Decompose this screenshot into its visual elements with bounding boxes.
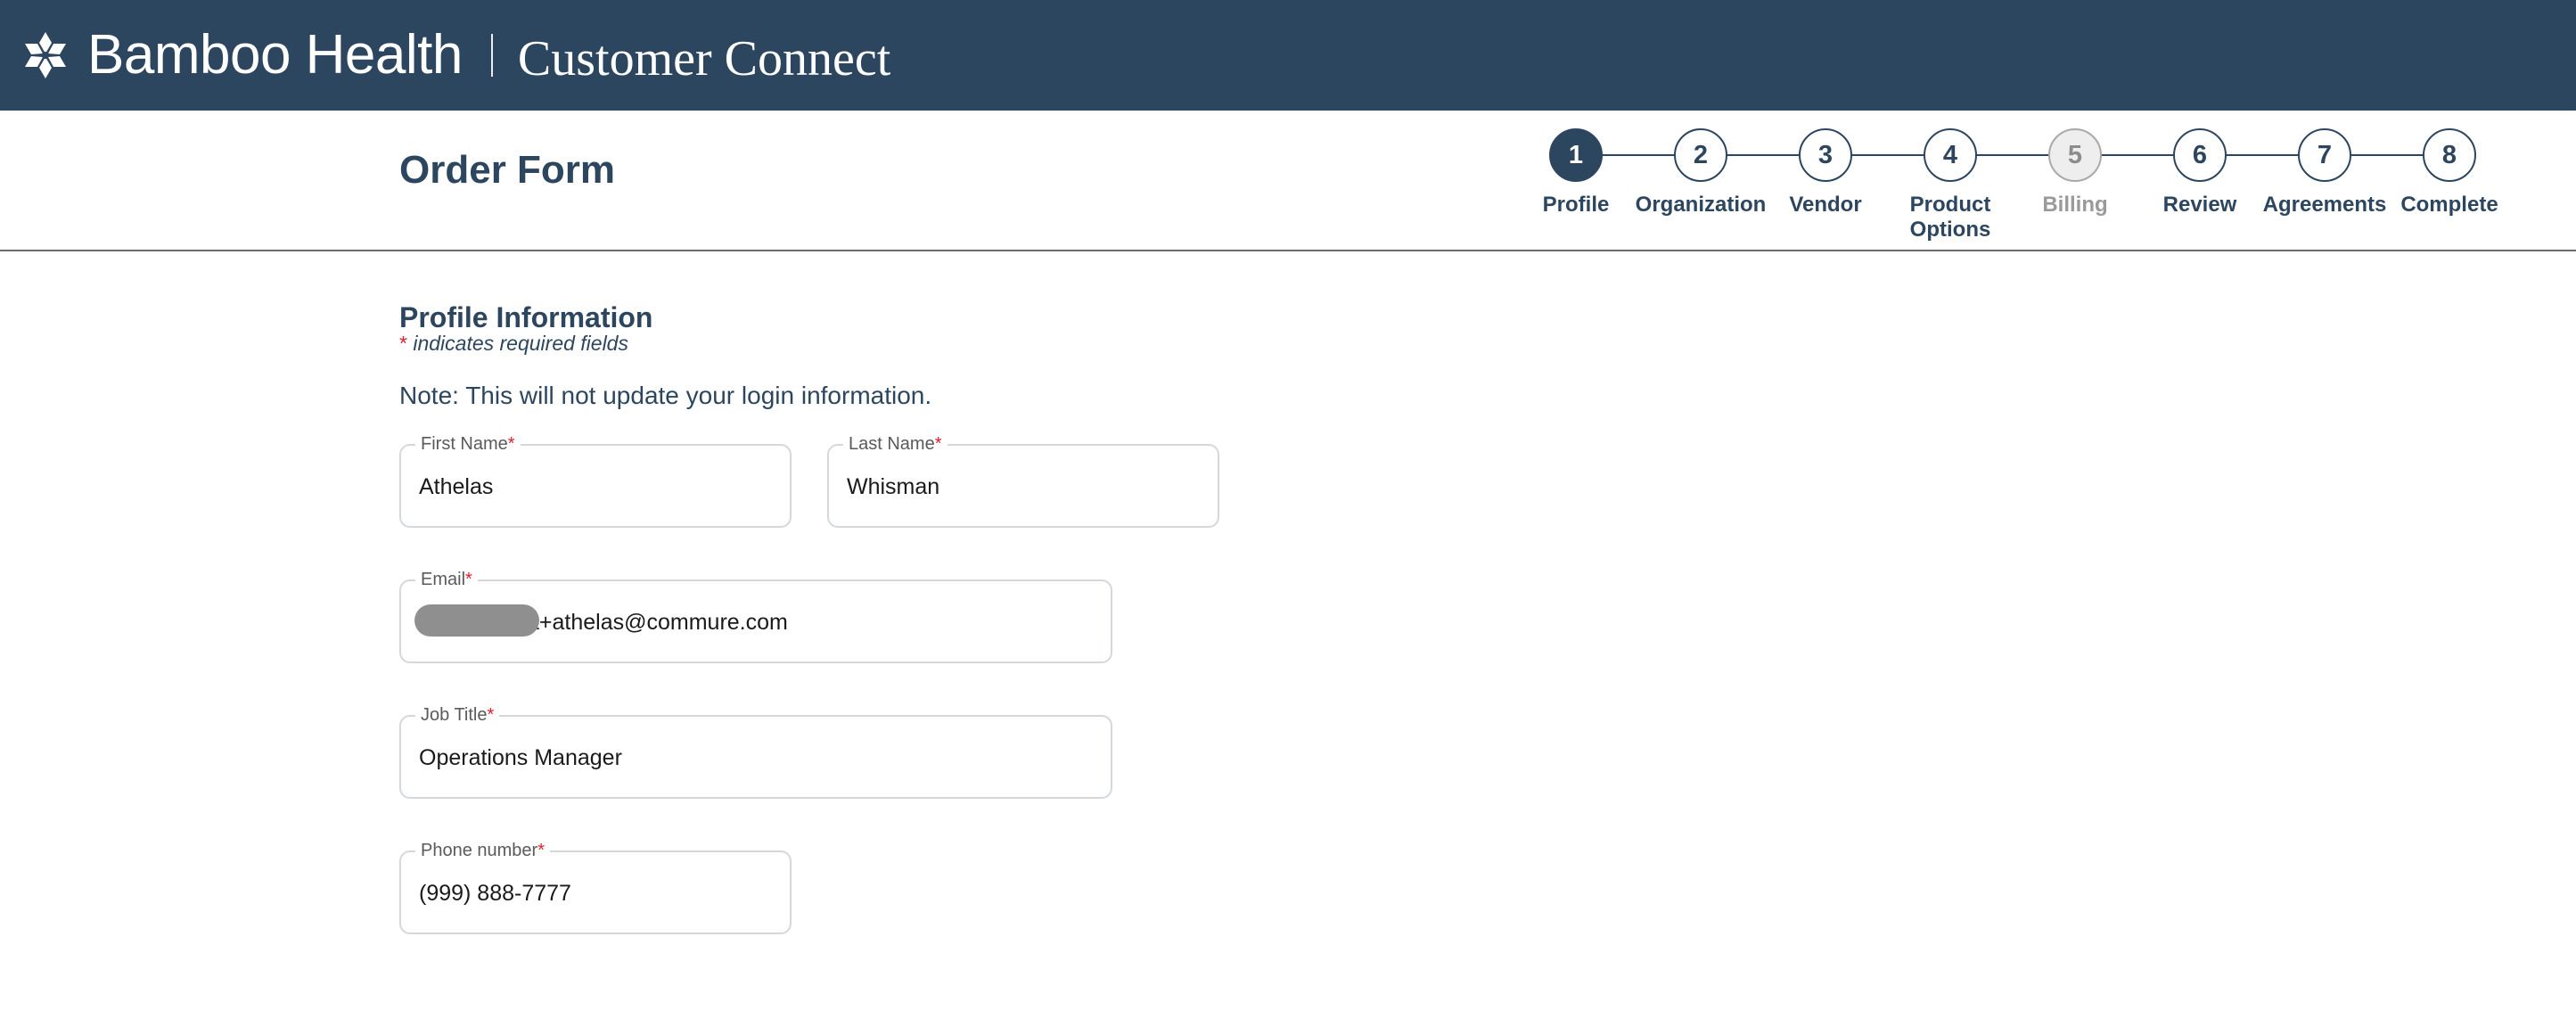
first-name-field[interactable]: First Name* [399,433,792,528]
step-number-badge: 7 [2298,128,2351,182]
email-input[interactable] [527,608,1093,637]
step-number-badge: 5 [2048,128,2102,182]
step-number-badge: 4 [1924,128,1977,182]
step-label: Complete [2400,193,2498,217]
first-name-input[interactable] [419,472,772,501]
step-number-badge: 2 [1674,128,1727,182]
phone-label: Phone number* [415,840,550,861]
job-title-input[interactable] [419,744,1093,772]
step-number-badge: 8 [2423,128,2476,182]
last-name-field[interactable]: Last Name* [827,433,1219,528]
required-fields-note: * indicates required fields [399,332,628,356]
last-name-label: Last Name* [843,433,948,455]
header-divider [0,250,2576,251]
redaction-overlay [414,604,539,637]
last-name-input[interactable] [847,472,1200,501]
step-number-badge: 1 [1549,128,1603,182]
order-stepper: 1 Profile 2 Organization 3 Vendor 4 Prod… [0,0,2576,250]
first-name-label: First Name* [415,433,521,455]
step-number-badge: 6 [2173,128,2227,182]
step-number-badge: 3 [1799,128,1852,182]
phone-input[interactable] [419,879,772,908]
required-asterisk: * [399,332,407,355]
email-label: Email* [415,569,478,590]
email-field[interactable]: Email* [399,569,1112,663]
section-title: Profile Information [399,301,653,333]
job-title-field[interactable]: Job Title* [399,704,1112,799]
required-note-text: indicates required fields [413,332,628,355]
job-title-label: Job Title* [415,704,500,726]
phone-field[interactable]: Phone number* [399,840,792,934]
login-info-note: Note: This will not update your login in… [399,382,932,409]
step-complete[interactable]: 8 Complete [2360,128,2539,218]
